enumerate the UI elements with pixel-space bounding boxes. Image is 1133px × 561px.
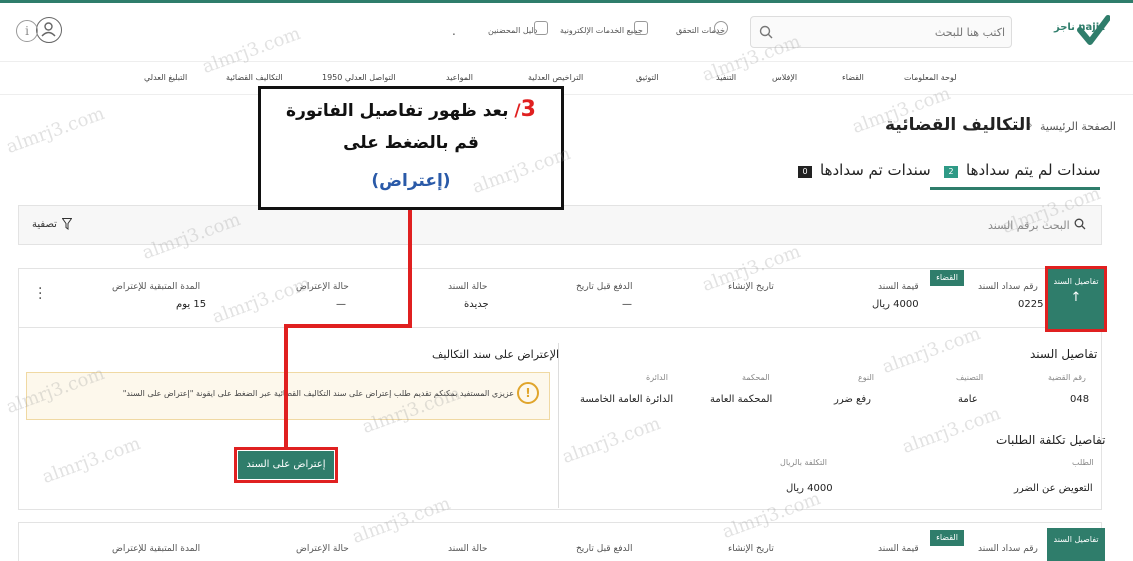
- type-value: رفع ضرر: [834, 394, 871, 405]
- filter-button[interactable]: تصفية: [32, 219, 57, 230]
- tab-paid-bills[interactable]: سندات تم سدادها: [820, 161, 931, 179]
- nav-item-licenses[interactable]: التراخيص العدلية: [528, 73, 583, 82]
- more-options-icon[interactable]: · · ·: [38, 282, 44, 306]
- bill-status-label: حالة السند: [448, 282, 488, 292]
- cost-label: التكلفة بالريال: [780, 458, 828, 467]
- funnel-icon[interactable]: [62, 218, 72, 230]
- bill-status-value: جديدة: [464, 299, 489, 310]
- cost-details-title: تفاصيل تكلفة الطلبات: [996, 433, 1106, 447]
- circuit-value: الدائرة العامة الخامسة: [580, 394, 674, 405]
- annotation-step-number: 3: [520, 97, 536, 122]
- case-number-value: 048: [1070, 394, 1090, 405]
- remaining-period-label: المدة المتبقية للإعتراض: [112, 282, 201, 292]
- najiz-logo[interactable]: ناجز najiz: [1052, 12, 1112, 50]
- nav-item-judiciary[interactable]: القضاء: [842, 73, 864, 82]
- annotation-text-1: بعد ظهور تفاصيل الفاتورة: [286, 101, 509, 121]
- info-icon[interactable]: i: [16, 20, 38, 42]
- request-label: الطلب: [1072, 458, 1094, 467]
- global-search-input[interactable]: [791, 17, 1011, 47]
- warning-icon: !: [517, 382, 539, 404]
- bill2-created-label: تاريخ الإنشاء: [728, 544, 774, 554]
- objection-status-value: —: [336, 299, 346, 310]
- all-services-link[interactable]: جميع الخدمات الإلكترونية: [560, 26, 643, 35]
- bill2-number-label: رقم سداد السند: [978, 544, 1038, 554]
- header-accent-line: [0, 0, 1133, 3]
- category-label: التصنيف: [956, 373, 984, 382]
- nav-item-notification[interactable]: التبليغ العدلي: [144, 73, 187, 82]
- breadcrumb-home[interactable]: الصفحة الرئيسية: [1040, 120, 1116, 133]
- bill2-amount-label: قيمة السند: [878, 544, 919, 554]
- nav-item-dashboard[interactable]: لوحة المعلومات: [904, 73, 957, 82]
- pay-before-label: الدفع قبل تاريخ: [576, 282, 633, 292]
- pay-before-value: —: [622, 299, 632, 310]
- search-icon[interactable]: [1074, 218, 1086, 230]
- bill-amount-value: 4000 ريال: [872, 299, 919, 310]
- bill-number-label: رقم سداد السند: [978, 282, 1038, 292]
- case-number-label: رقم القضية: [1048, 373, 1086, 382]
- bill2-pay-before-label: الدفع قبل تاريخ: [576, 544, 633, 554]
- court-type-badge: القضاء: [930, 270, 964, 286]
- bill2-status-label: حالة السند: [448, 544, 488, 554]
- logo-text: ناجز najiz: [1054, 22, 1105, 33]
- annotation-callout: 3/ بعد ظهور تفاصيل الفاتورة قم بالضغط عل…: [258, 86, 564, 210]
- grid-icon: [634, 21, 648, 35]
- bill2-objection-status-label: حالة الإعتراض: [296, 544, 349, 554]
- search-icon[interactable]: [759, 25, 773, 39]
- objection-button[interactable]: إعتراض على السند: [238, 451, 334, 479]
- court-label: المحكمة: [742, 373, 770, 382]
- guide-link[interactable]: دليل المحضنين: [488, 26, 537, 35]
- bill-number-value: 0225: [1018, 299, 1044, 310]
- header-dot: .: [452, 24, 456, 38]
- bill-amount-label: قيمة السند: [878, 282, 919, 292]
- person-icon: [41, 22, 56, 37]
- nav-item-communication[interactable]: التواصل العدلي 1950: [322, 73, 396, 82]
- annotation-connector-horizontal: [284, 324, 412, 328]
- nav-item-bankruptcy[interactable]: الإفلاس: [772, 73, 797, 82]
- book-icon: [534, 21, 548, 35]
- court-type-badge-2: القضاء: [930, 530, 964, 546]
- category-value: عامة: [958, 394, 978, 405]
- type-label: النوع: [858, 373, 874, 382]
- nav-item-notarization[interactable]: التوثيق: [636, 73, 659, 82]
- request-value: التعويض عن الضرر: [1014, 483, 1093, 494]
- court-value: المحكمة العامة: [710, 394, 773, 405]
- annotation-line-1: 3/ بعد ظهور تفاصيل الفاتورة: [286, 97, 536, 122]
- nav-item-judicial-costs[interactable]: التكاليف القضائية: [226, 73, 283, 82]
- user-avatar-icon[interactable]: [36, 17, 62, 43]
- tab-unpaid-label[interactable]: سندات لم يتم سدادها: [966, 161, 1101, 179]
- watermark: almrj3.com: [3, 103, 108, 158]
- tab-paid-count-badge: 0: [798, 166, 812, 178]
- details-highlight-frame: [1045, 266, 1107, 332]
- annotation-connector-down: [284, 324, 288, 448]
- annotation-line-2: قم بالضغط على: [343, 133, 479, 153]
- bill-details-button-label-2: تفاصيل السند: [1053, 535, 1099, 544]
- remaining-period-value: 15 يوم: [176, 299, 207, 310]
- tab-unpaid-count-badge: 2: [944, 166, 958, 178]
- bill-details-title: تفاصيل السند: [1030, 347, 1098, 361]
- bill-header-divider: [18, 327, 1102, 328]
- shield-check-icon: [714, 21, 728, 35]
- bill-details-toggle-button-2[interactable]: تفاصيل السند: [1047, 528, 1105, 561]
- annotation-connector-vertical: [408, 210, 412, 328]
- details-divider: [558, 343, 559, 508]
- objection-section-title: الإعتراض على سند التكاليف: [432, 348, 560, 361]
- circuit-label: الدائرة: [646, 373, 668, 382]
- bill2-remaining-label: المدة المتبقية للإعتراض: [112, 544, 201, 554]
- nav-item-appointments[interactable]: المواعيد: [446, 73, 473, 82]
